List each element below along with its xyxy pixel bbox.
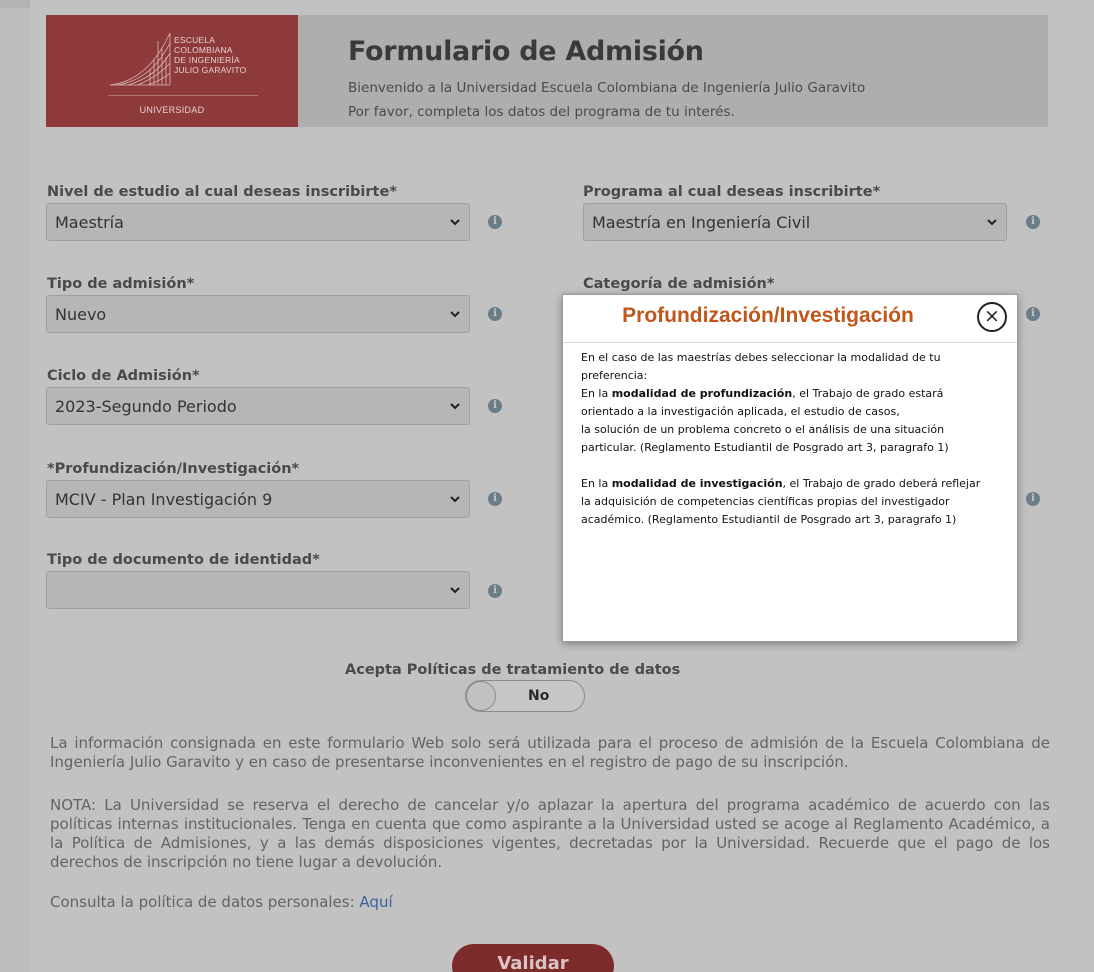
info-modal: Profundización/Investigación × En el cas…	[562, 294, 1018, 642]
ciclo-label: Ciclo de Admisión*	[47, 368, 200, 384]
profundizacion-select[interactable]: MCIV - Plan Investigación 9	[46, 480, 470, 518]
info-icon[interactable]: i	[1026, 215, 1040, 229]
modal-text: , el Trabajo de grado estará	[792, 387, 944, 400]
modal-bold-text: modalidad de profundización	[611, 387, 793, 400]
logo-subtitle: UNIVERSIDAD	[139, 105, 205, 115]
categoria-label: Categoría de admisión*	[583, 276, 775, 292]
toggle-label: No	[528, 688, 550, 704]
modal-title: Profundización/Investigación	[622, 304, 914, 327]
info-icon[interactable]: i	[488, 492, 502, 506]
tipo-admision-value: Nuevo	[55, 305, 107, 324]
profundizacion-label: *Profundización/Investigación*	[47, 461, 300, 477]
form-header: ESCUELA COLOMBIANA DE INGENIERÍA JULIO G…	[46, 15, 1048, 127]
logo-text: ESCUELA COLOMBIANA DE INGENIERÍA JULIO G…	[174, 35, 246, 75]
privacy-policy-link[interactable]: Aquí	[359, 893, 392, 911]
profundizacion-value: MCIV - Plan Investigación 9	[55, 490, 273, 509]
info-icon[interactable]: i	[488, 215, 502, 229]
logo-line: JULIO GARAVITO	[174, 65, 247, 75]
info-icon[interactable]: i	[488, 584, 502, 598]
modal-line: preferencia:	[581, 369, 648, 382]
policies-label: Acepta Políticas de tratamiento de datos	[345, 662, 681, 678]
welcome-text: Bienvenido a la Universidad Escuela Colo…	[348, 80, 866, 96]
programa-select[interactable]: Maestría en Ingeniería Civil	[583, 203, 1007, 241]
logo-divider	[108, 95, 258, 96]
modal-body: En el caso de las maestrías debes selecc…	[581, 349, 1011, 529]
modal-line: académico. (Reglamento Estudiantil de Po…	[581, 513, 957, 526]
modal-line: particular. (Reglamento Estudiantil de P…	[581, 441, 949, 454]
chevron-down-icon	[987, 219, 997, 226]
consulta-prefix: Consulta la política de datos personales…	[50, 893, 360, 911]
modal-text: , el Trabajo de grado deberá reflejar	[782, 477, 981, 490]
consulta-text: Consulta la política de datos personales…	[50, 893, 1050, 912]
ciclo-select[interactable]: 2023-Segundo Periodo	[46, 387, 470, 425]
modal-line: la adquisición de competencias científic…	[581, 495, 950, 508]
info-icon[interactable]: i	[488, 399, 502, 413]
tipo-admision-select[interactable]: Nuevo	[46, 295, 470, 333]
ciclo-value: 2023-Segundo Periodo	[55, 397, 237, 416]
modal-bold-text: modalidad de investigación	[611, 477, 783, 490]
validar-button[interactable]: Validar	[452, 944, 614, 972]
tipo-admision-label: Tipo de admisión*	[47, 276, 195, 292]
info-icon[interactable]: i	[1026, 492, 1040, 506]
logo-line: ESCUELA	[174, 35, 216, 45]
close-icon[interactable]: ×	[977, 302, 1007, 332]
policies-toggle[interactable]: No	[465, 680, 585, 712]
modal-text: En la	[581, 477, 612, 490]
info-icon[interactable]: i	[488, 307, 502, 321]
nivel-value: Maestría	[55, 213, 124, 232]
modal-text: En la	[581, 387, 612, 400]
info-use-text: La información consignada en este formul…	[50, 734, 1050, 771]
modal-line: En el caso de las maestrías debes selecc…	[581, 351, 941, 364]
page-title: Formulario de Admisión	[348, 36, 704, 67]
logo-line: DE INGENIERÍA	[174, 55, 240, 65]
nivel-label: Nivel de estudio al cual deseas inscribi…	[47, 184, 397, 200]
tipo-documento-select[interactable]	[46, 571, 470, 609]
info-icon[interactable]: i	[1026, 307, 1040, 321]
chevron-down-icon	[450, 311, 460, 318]
modal-header: Profundización/Investigación ×	[563, 295, 1017, 343]
toggle-knob	[466, 681, 496, 711]
modal-line: En la modalidad de profundización, el Tr…	[581, 385, 1011, 403]
programa-value: Maestría en Ingeniería Civil	[592, 213, 811, 232]
note-text: NOTA: La Universidad se reserva el derec…	[50, 796, 1050, 871]
programa-label: Programa al cual deseas inscribirte*	[583, 184, 881, 200]
instruction-text: Por favor, completa los datos del progra…	[348, 104, 735, 120]
nivel-select[interactable]: Maestría	[46, 203, 470, 241]
logo-grid-icon	[109, 32, 171, 86]
chevron-down-icon	[450, 219, 460, 226]
modal-line: En la modalidad de investigación, el Tra…	[581, 475, 1011, 493]
logo-line: COLOMBIANA	[174, 45, 233, 55]
modal-line: orientado a la investigación aplicada, e…	[581, 405, 900, 418]
chevron-down-icon	[450, 403, 460, 410]
modal-line: la solución de un problema concreto o el…	[581, 423, 945, 436]
chevron-down-icon	[450, 587, 460, 594]
university-logo: ESCUELA COLOMBIANA DE INGENIERÍA JULIO G…	[46, 15, 298, 127]
chevron-down-icon	[450, 496, 460, 503]
modal-spacer	[581, 457, 1011, 475]
tipo-documento-label: Tipo de documento de identidad*	[47, 552, 320, 568]
